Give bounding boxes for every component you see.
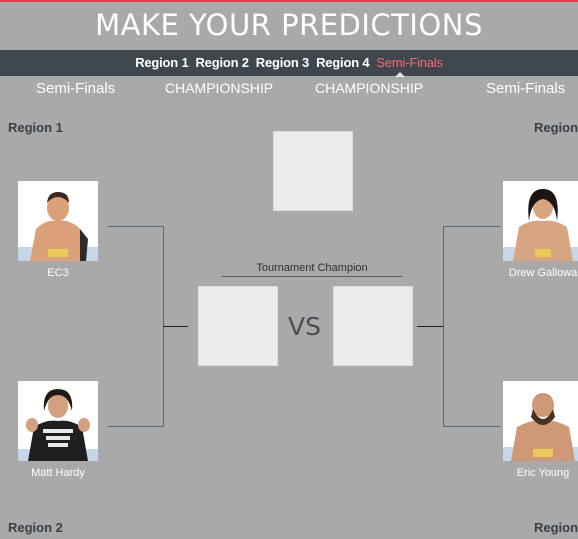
- vs-label: VS: [288, 312, 321, 341]
- wrestler-photo: [503, 381, 578, 461]
- wrestler-name: EC3: [47, 267, 69, 279]
- nav-region-1[interactable]: Region 1: [135, 55, 188, 70]
- wrestler-card-ec3[interactable]: EC3: [18, 181, 98, 279]
- region-label-bottom-right: Region: [534, 520, 578, 535]
- nav-region-2[interactable]: Region 2: [195, 55, 248, 70]
- region-label-top-left: Region 1: [8, 120, 63, 135]
- bracket-line: [108, 426, 164, 427]
- column-heading-semi-finals-right: Semi-Finals: [486, 80, 566, 97]
- bracket-line: [443, 426, 500, 427]
- wrestler-card-drew-galloway[interactable]: Drew Gallowa: [503, 181, 578, 279]
- wrestler-name: Drew Gallowa: [508, 267, 578, 279]
- column-heading-championship-left: CHAMPIONSHIP: [165, 80, 274, 96]
- wrestler-photo: [18, 181, 98, 261]
- nav-region-3[interactable]: Region 3: [256, 55, 309, 70]
- bracket-line: [108, 226, 164, 227]
- tournament-champion-label: Tournament Champion: [256, 262, 368, 274]
- column-heading-championship-right: CHAMPIONSHIP: [315, 80, 424, 96]
- bracket-connector: [163, 326, 188, 327]
- finalist-slot-left[interactable]: [198, 286, 278, 366]
- champion-pick-slot[interactable]: [273, 131, 353, 211]
- page-title: MAKE YOUR PREDICTIONS: [95, 8, 483, 42]
- bracket-line: [443, 226, 500, 227]
- champion-divider: [222, 276, 402, 277]
- wrestler-name: Matt Hardy: [31, 467, 85, 479]
- active-tab-caret-icon: [395, 72, 405, 77]
- nav-semi-finals[interactable]: Semi-Finals: [376, 55, 443, 70]
- wrestler-card-matt-hardy[interactable]: Matt Hardy: [18, 381, 98, 479]
- nav-region-4[interactable]: Region 4: [316, 55, 369, 70]
- bracket-line: [443, 226, 444, 427]
- finalist-slot-right[interactable]: [333, 286, 413, 366]
- column-heading-semi-finals-left: Semi-Finals: [36, 80, 116, 97]
- region-nav: Region 1 Region 2 Region 3 Region 4 Semi…: [0, 50, 578, 76]
- bracket-connector: [417, 326, 443, 327]
- wrestler-photo: [18, 381, 98, 461]
- region-label-bottom-left: Region 2: [8, 520, 63, 535]
- region-label-top-right: Region: [534, 120, 578, 135]
- wrestler-name: Eric Young: [516, 467, 570, 479]
- wrestler-card-eric-young[interactable]: Eric Young: [503, 381, 578, 479]
- wrestler-photo: [503, 181, 578, 261]
- top-accent-line: [0, 0, 578, 2]
